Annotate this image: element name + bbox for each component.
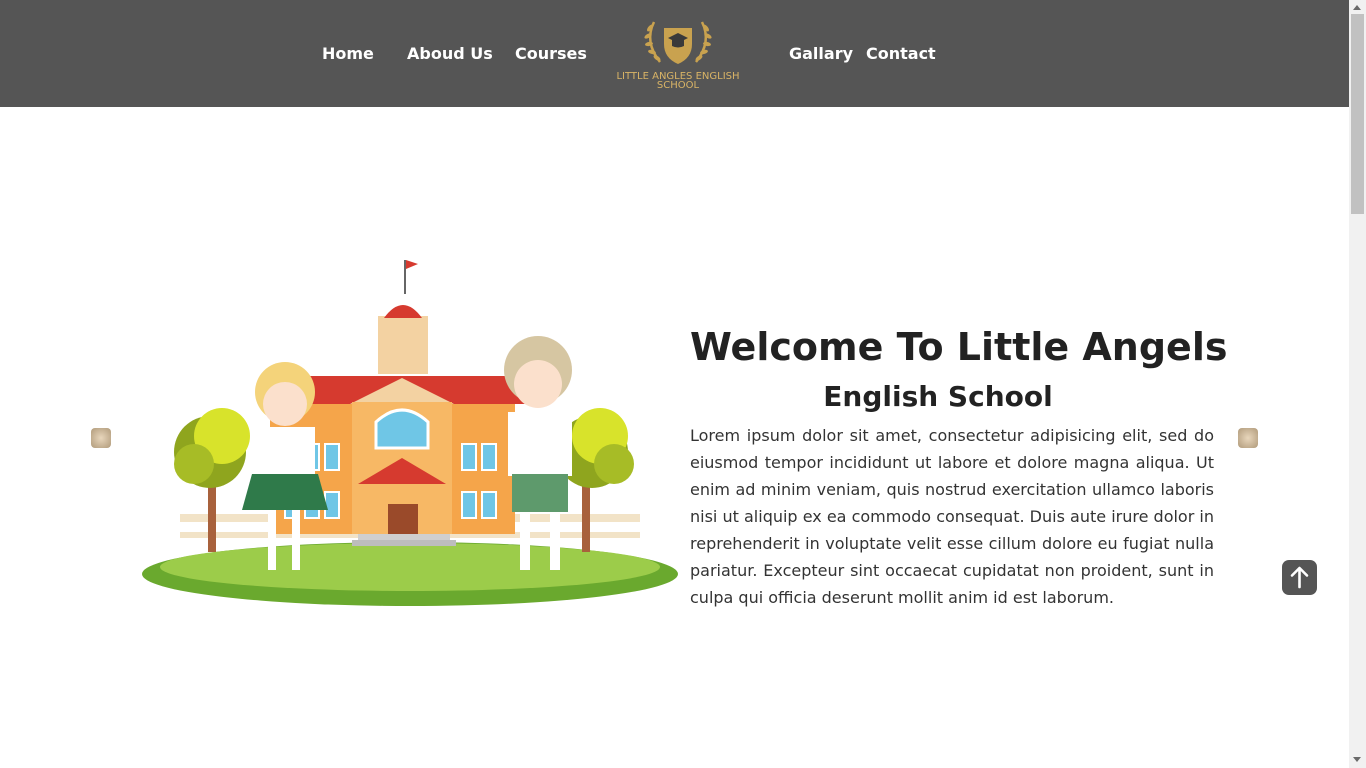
hero-title: Welcome To Little Angels <box>690 325 1228 369</box>
hero-subtitle: English School <box>823 380 1053 413</box>
carousel-next-icon[interactable] <box>1238 428 1258 448</box>
scroll-up-arrow-icon[interactable] <box>1353 5 1361 10</box>
nav-link-contact[interactable]: Contact <box>866 44 936 63</box>
navbar: Home Aboud Us Courses LITTLE ANGLES ENGL… <box>0 0 1349 107</box>
nav-link-gallery[interactable]: Gallary <box>789 44 853 63</box>
hero-paragraph: Lorem ipsum dolor sit amet, consectetur … <box>690 426 1214 607</box>
nav-link-about[interactable]: Aboud Us <box>407 44 493 63</box>
carousel-prev-icon[interactable] <box>91 428 111 448</box>
nav-link-home[interactable]: Home <box>322 44 374 63</box>
logo-text-line2: SCHOOL <box>656 80 700 91</box>
school-kids-illustration <box>142 260 678 606</box>
scrollbar-thumb[interactable] <box>1351 14 1364 214</box>
school-logo[interactable]: LITTLE ANGLES ENGLISH SCHOOL <box>604 14 752 94</box>
page-scrollbar[interactable] <box>1349 0 1366 768</box>
scroll-to-top-button[interactable] <box>1282 560 1317 595</box>
nav-link-courses[interactable]: Courses <box>515 44 587 63</box>
laurel-mortarboard-shield-icon <box>644 21 712 64</box>
arrow-up-icon <box>1290 566 1309 589</box>
scroll-down-arrow-icon[interactable] <box>1353 757 1361 762</box>
